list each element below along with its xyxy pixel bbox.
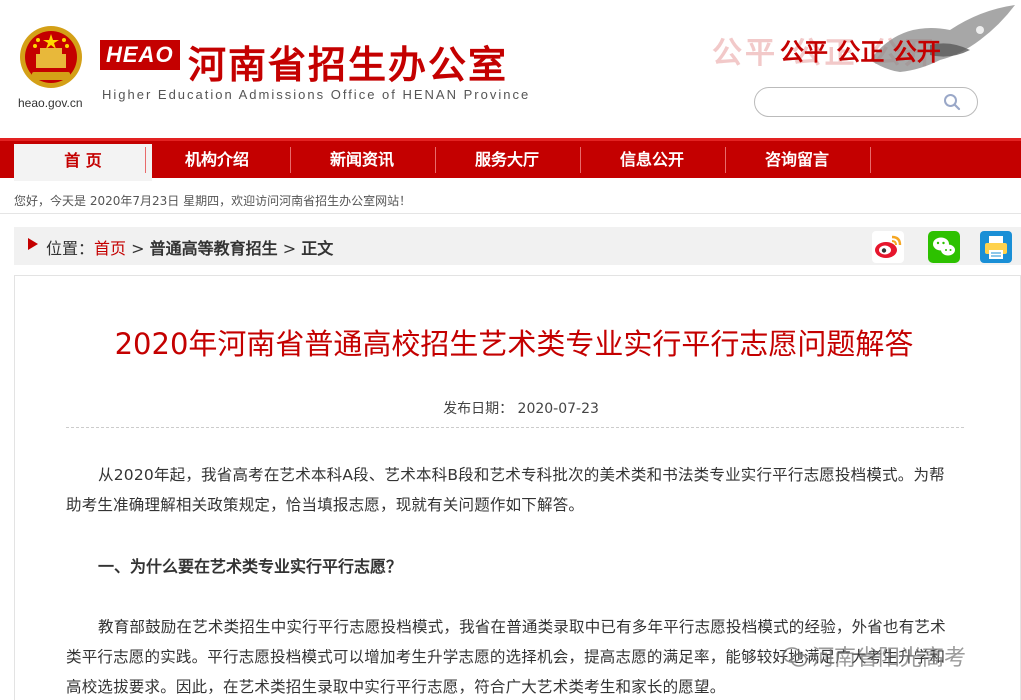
nav-divider	[435, 147, 436, 173]
nav-item-consult[interactable]: 咨询留言	[728, 141, 866, 178]
nav-item-home[interactable]: 首 页	[14, 144, 152, 181]
site-subtitle: Higher Education Admissions Office of HE…	[102, 87, 531, 102]
breadcrumb-path: 位置：首页 > 普通高等教育招生 > 正文	[46, 235, 333, 259]
nav-item-about[interactable]: 机构介绍	[148, 141, 286, 178]
nav-divider	[580, 147, 581, 173]
location-marker-icon	[28, 238, 38, 250]
publish-date-label: 发布日期：	[443, 401, 514, 417]
weibo-icon[interactable]	[872, 231, 904, 263]
breadcrumb-separator: >	[277, 239, 302, 258]
article-subheading: 一、为什么要在艺术类专业实行平行志愿？	[98, 557, 403, 576]
site-header: heao.gov.cn HEAO 河南省招生办公室 Higher Educati…	[0, 0, 1021, 138]
article-paragraph: 从2020年起，我省高考在艺术本科A段、艺术本科B段和艺术专科批次的美术类和书法…	[66, 466, 945, 514]
nav-item-news[interactable]: 新闻资讯	[293, 141, 431, 178]
breadcrumb-section-link[interactable]: 普通高等教育招生	[150, 239, 278, 258]
search-icon[interactable]	[943, 93, 961, 111]
breadcrumb: 位置：首页 > 普通高等教育招生 > 正文	[14, 227, 1021, 265]
wechat-icon[interactable]	[928, 231, 960, 263]
nav-divider	[290, 147, 291, 173]
nav-divider	[725, 147, 726, 173]
breadcrumb-home-link[interactable]: 首页	[94, 239, 126, 258]
breadcrumb-prefix: 位置：	[46, 239, 95, 258]
slogan: 公平 公正 公开	[780, 38, 941, 66]
nav-divider	[145, 147, 146, 173]
wechat-watermark: 河南省阳光高考	[782, 640, 966, 672]
watermark-text: 河南省阳光高考	[812, 646, 967, 671]
nav-divider	[870, 147, 871, 173]
nav-item-services[interactable]: 服务大厅	[438, 141, 576, 178]
nav-item-disclosure[interactable]: 信息公开	[583, 141, 721, 178]
breadcrumb-separator: >	[126, 239, 150, 258]
site-url: heao.gov.cn	[18, 96, 83, 110]
breadcrumb-current: 正文	[301, 239, 334, 258]
site-title[interactable]: 河南省招生办公室	[188, 34, 508, 89]
divider	[66, 427, 964, 428]
search-input[interactable]	[754, 87, 978, 117]
welcome-text: 您好，今天是 2020年7月23日 星期四，欢迎访问河南省招生办公室网站！	[14, 194, 412, 208]
divider	[0, 213, 1021, 214]
print-icon[interactable]	[980, 231, 1012, 263]
publish-date: 发布日期： 2020-07-23	[0, 398, 1021, 418]
national-emblem-icon	[20, 26, 82, 88]
article-title: 2020年河南省普通高校招生艺术类专业实行平行志愿问题解答	[114, 327, 914, 361]
main-nav: 首 页 机构介绍 新闻资讯 服务大厅 信息公开 咨询留言	[0, 138, 1021, 181]
publish-date-value: 2020-07-23	[517, 401, 599, 417]
wechat-watermark-icon	[782, 647, 808, 667]
heao-logo[interactable]: HEAO	[100, 40, 180, 70]
